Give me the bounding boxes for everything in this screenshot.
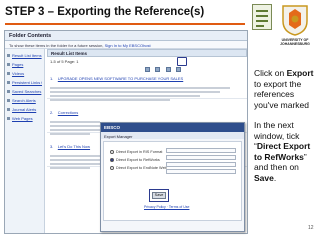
folder-nav: To show these items in the folder for a …	[5, 41, 247, 49]
export-format-fields	[166, 148, 236, 176]
popup-body: Direct Export in RIS Format Direct Expor…	[103, 141, 242, 221]
sign-in-link[interactable]: Sign In to My EBSCOhost	[105, 43, 151, 48]
folder-sidebar: Result List Items Pages Videos Persisten…	[5, 49, 45, 233]
sidebar-item-result-list[interactable]: Result List Items	[7, 53, 42, 62]
sidebar-item-videos[interactable]: Videos	[7, 71, 42, 80]
popup-subtitle: Export Manager	[101, 132, 244, 139]
instruction-export: Click on Export to export the references…	[254, 68, 314, 110]
instructions: Click on Export to export the references…	[254, 68, 318, 193]
export-manager-popup: EBSCO Export Manager Direct Export in RI…	[100, 122, 245, 232]
nav-text: To show these items in the folder for a …	[9, 42, 104, 48]
popup-title: EBSCO	[101, 123, 244, 132]
title-rule	[5, 23, 245, 25]
instruction-direct-export: In the next window, tick “Direct Export …	[254, 120, 311, 183]
panel-title: Result List Items	[47, 49, 247, 57]
sidebar-item-saved-searches[interactable]: Saved Searches	[7, 89, 42, 98]
radio-icon[interactable]	[110, 166, 114, 170]
export-option-label: Direct Export to EndNote Web	[116, 166, 167, 170]
slide-title: STEP 3 – Exporting the Reference(s)	[5, 6, 205, 18]
sidebar-item-web-pages[interactable]: Web Pages	[7, 116, 42, 125]
sidebar-item-pages[interactable]: Pages	[7, 62, 42, 71]
reference-title[interactable]: UPGRADE OPENS NEW SOFTWARE TO PURCHASE Y…	[58, 76, 183, 81]
radio-icon[interactable]	[110, 150, 114, 154]
reference-number: 2.	[50, 110, 54, 115]
reference-number: 3.	[50, 144, 54, 149]
radio-selected-icon[interactable]	[110, 158, 114, 162]
sidebar-item-persistent-links[interactable]: Persistent Links to Searches	[7, 80, 42, 89]
popup-footer-links[interactable]: Privacy Policy · Terms of Use	[144, 205, 189, 209]
reference-title[interactable]: Corrections	[58, 110, 78, 115]
reference-entry[interactable]: 1. UPGRADE OPENS NEW SOFTWARE TO PURCHAS…	[47, 65, 247, 101]
university-crest-logo	[282, 5, 308, 36]
reference-number: 1.	[50, 76, 54, 81]
export-option-label: Direct Export in RIS Format	[116, 150, 163, 154]
sidebar-item-journal-alerts[interactable]: Journal Alerts	[7, 107, 42, 116]
sidebar-item-search-alerts[interactable]: Search Alerts	[7, 98, 42, 107]
export-option-refworks[interactable]: Direct Export to RefWorks	[110, 158, 160, 162]
export-option-label: Direct Export to RefWorks	[116, 158, 160, 162]
reference-title[interactable]: Let's Do This Now	[58, 144, 90, 149]
save-highlight	[149, 189, 169, 202]
folder-contents-header: Folder Contents	[5, 31, 247, 41]
university-name: UNIVERSITY OF JOHANNESBURG	[280, 38, 310, 46]
export-option-endnote[interactable]: Direct Export to EndNote Web	[110, 166, 167, 170]
page-number: 12	[308, 225, 314, 231]
export-option-ris[interactable]: Direct Export in RIS Format	[110, 150, 162, 154]
refworks-icon	[252, 4, 272, 30]
